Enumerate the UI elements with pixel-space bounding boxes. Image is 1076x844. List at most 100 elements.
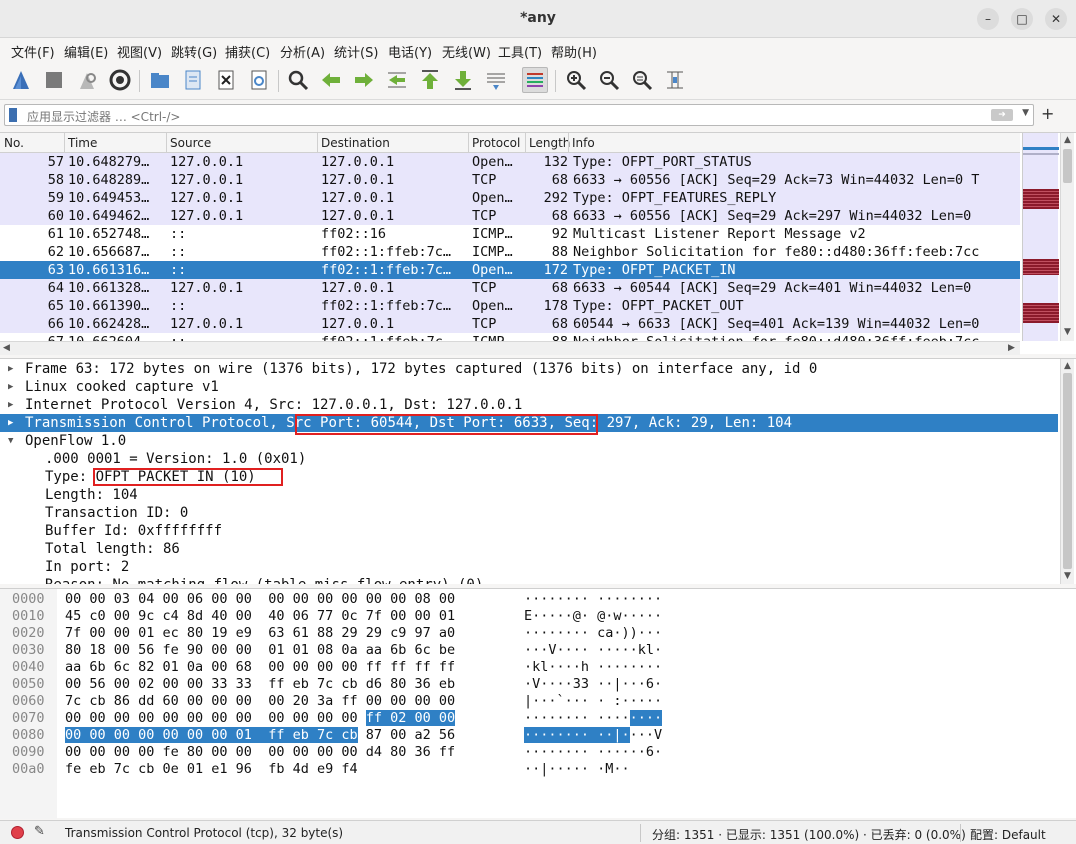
packet-row[interactable]: 66 10.662428… 127.0.0.1 127.0.0.1 TCP 68 60544…: [0, 315, 1020, 333]
save-file-icon[interactable]: [180, 67, 206, 93]
minimize-button[interactable]: –: [977, 8, 999, 30]
reload-file-icon[interactable]: [246, 67, 272, 93]
menu-capture[interactable]: 捕获(C): [225, 42, 270, 61]
zoom-in-icon[interactable]: [563, 67, 589, 93]
hex-bytes[interactable]: 7f 00 00 01 ec 80 19 e9 63 61 88 29 29 c…: [65, 625, 455, 642]
colorize-packet-list-icon[interactable]: [522, 67, 548, 93]
add-filter-button-plus-icon[interactable]: +: [1041, 104, 1054, 123]
bookmark-icon[interactable]: [9, 108, 17, 122]
detail-frame[interactable]: ▶ Frame 63: 172 bytes on wire (1376 bits…: [0, 360, 1058, 378]
menu-statistics[interactable]: 统计(S): [334, 42, 378, 61]
column-source[interactable]: Source: [170, 136, 211, 150]
first-packet-up-arrow-icon[interactable]: [417, 67, 443, 93]
close-button[interactable]: ✕: [1045, 8, 1067, 30]
packet-row[interactable]: 60 10.649462… 127.0.0.1 127.0.0.1 TCP 68 6633 …: [0, 207, 1020, 225]
find-packet-magnifier-icon[interactable]: [285, 67, 311, 93]
hex-bytes[interactable]: fe eb 7c cb 0e 01 e1 96 fb 4d e9 f4: [65, 761, 358, 778]
hex-ascii[interactable]: ········ ········: [524, 710, 663, 727]
packet-row-selected[interactable]: 63 10.661316…:: ff02::1:ffeb:7c… Open… 172 Ty…: [0, 261, 1020, 279]
display-filter-input[interactable]: 应用显示过滤器 … <Ctrl-/> ➜ ▼: [4, 104, 1034, 126]
menu-edit[interactable]: 编辑(E): [64, 42, 108, 61]
hex-bytes[interactable]: 00 00 00 00 00 00 00 00 00 00 00 00 ff 0…: [65, 710, 456, 727]
detail-reason[interactable]: Reason: No matching flow (table-miss flo…: [0, 576, 1058, 584]
hex-bytes[interactable]: 00 00 03 04 00 06 00 00 00 00 00 00 00 0…: [65, 591, 455, 608]
normal-size-icon[interactable]: [629, 67, 655, 93]
packet-minimap[interactable]: [1022, 133, 1059, 341]
stop-capture-icon[interactable]: [41, 67, 67, 93]
hex-ascii[interactable]: ········ ca·))···: [524, 625, 662, 642]
close-file-icon[interactable]: [213, 67, 239, 93]
expand-arrow-icon[interactable]: ▶: [8, 414, 13, 432]
column-protocol[interactable]: Protocol: [472, 136, 520, 150]
column-time[interactable]: Time: [68, 136, 97, 150]
column-destination[interactable]: Destination: [321, 136, 390, 150]
packet-row[interactable]: 61 10.652748…:: ff02::16 ICMP… 92 Multicast L…: [0, 225, 1020, 243]
detail-ipv4[interactable]: ▶ Internet Protocol Version 4, Src: 127.…: [0, 396, 1058, 414]
detail-xid[interactable]: Transaction ID: 0: [0, 504, 1058, 522]
start-capture-fin-icon[interactable]: [8, 67, 34, 93]
menu-file[interactable]: 文件(F): [11, 42, 55, 61]
expand-arrow-icon[interactable]: ▶: [8, 360, 13, 378]
detail-buffer[interactable]: Buffer Id: 0xffffffff: [0, 522, 1058, 540]
hex-ascii[interactable]: ···V···· ·····kl·: [524, 642, 662, 659]
hex-ascii[interactable]: ········ ··|····V: [524, 727, 662, 744]
collapse-arrow-icon[interactable]: ▼: [8, 432, 13, 450]
packet-row[interactable]: 65 10.661390…:: ff02::1:ffeb:7c… Open… 178 Ty…: [0, 297, 1020, 315]
menu-help[interactable]: 帮助(H): [551, 42, 597, 61]
go-to-packet-icon[interactable]: [384, 67, 410, 93]
menu-go[interactable]: 跳转(G): [171, 42, 217, 61]
packet-row[interactable]: 57 10.648279… 127.0.0.1 127.0.0.1 Open… 132 Ty…: [0, 153, 1020, 171]
resize-columns-icon[interactable]: [662, 67, 688, 93]
packet-row[interactable]: 58 10.648289… 127.0.0.1 127.0.0.1 TCP 68 6633 …: [0, 171, 1020, 189]
detail-openflow[interactable]: ▼ OpenFlow 1.0: [0, 432, 1058, 450]
hex-bytes[interactable]: 80 18 00 56 fe 90 00 00 01 01 08 0a aa 6…: [65, 642, 455, 659]
menu-tools[interactable]: 工具(T): [498, 42, 542, 61]
zoom-out-icon[interactable]: [596, 67, 622, 93]
hex-bytes[interactable]: 45 c0 00 9c c4 8d 40 00 40 06 77 0c 7f 0…: [65, 608, 455, 625]
go-back-arrow-icon[interactable]: [318, 67, 344, 93]
hex-bytes[interactable]: 7c cb 86 dd 60 00 00 00 00 20 3a ff 00 0…: [65, 693, 455, 710]
expand-arrow-icon[interactable]: ▶: [8, 396, 13, 414]
hex-ascii[interactable]: E·····@· @·w·····: [524, 608, 662, 625]
hex-ascii[interactable]: ·kl····h ········: [524, 659, 662, 676]
hex-bytes[interactable]: 00 00 00 00 fe 80 00 00 00 00 00 00 d4 8…: [65, 744, 455, 761]
restart-capture-icon[interactable]: [74, 67, 100, 93]
go-forward-arrow-icon[interactable]: [351, 67, 377, 93]
details-scroll-thumb[interactable]: [1063, 373, 1072, 569]
detail-in-port[interactable]: In port: 2: [0, 558, 1058, 576]
detail-total-length[interactable]: Total length: 86: [0, 540, 1058, 558]
last-packet-down-arrow-icon[interactable]: [450, 67, 476, 93]
maximize-button[interactable]: □: [1011, 8, 1033, 30]
column-no[interactable]: No.: [4, 136, 24, 150]
hex-ascii[interactable]: |···`··· · :·····: [524, 693, 662, 710]
menu-analyze[interactable]: 分析(A): [280, 42, 325, 61]
capture-options-gear-icon[interactable]: [107, 67, 133, 93]
detail-length[interactable]: Length: 104: [0, 486, 1058, 504]
capture-comment-pencil-icon[interactable]: ✎: [34, 824, 45, 839]
hex-ascii[interactable]: ········ ········: [524, 591, 662, 608]
packet-row[interactable]: 64 10.661328… 127.0.0.1 127.0.0.1 TCP 68 6633 …: [0, 279, 1020, 297]
menu-telephony[interactable]: 电话(Y): [388, 42, 432, 61]
expand-arrow-icon[interactable]: ▶: [8, 378, 13, 396]
open-file-folder-icon[interactable]: [147, 67, 173, 93]
status-profile[interactable]: 配置: Default: [970, 826, 1046, 843]
detail-version[interactable]: .000 0001 = Version: 1.0 (0x01): [0, 450, 1058, 468]
hex-ascii[interactable]: ··|····· ·M··: [524, 761, 630, 778]
packet-list-scroll-thumb[interactable]: [1063, 149, 1072, 183]
hex-ascii[interactable]: ·V····33 ··|···6·: [524, 676, 662, 693]
packet-row[interactable]: 62 10.656687…:: ff02::1:ffeb:7c… ICMP… 88 Nei…: [0, 243, 1020, 261]
menu-wireless[interactable]: 无线(W): [442, 42, 491, 61]
packet-list-vertical-scrollbar[interactable]: ▲ ▼: [1060, 133, 1074, 341]
expert-info-led-icon[interactable]: [11, 826, 24, 839]
hex-ascii[interactable]: ········ ······6·: [524, 744, 662, 761]
autoscroll-icon[interactable]: [483, 67, 509, 93]
menu-view[interactable]: 视图(V): [117, 42, 162, 61]
detail-linux-cooked[interactable]: ▶ Linux cooked capture v1: [0, 378, 1058, 396]
packet-list-horizontal-scrollbar[interactable]: ◀ ▶: [0, 341, 1020, 355]
hex-bytes[interactable]: 00 56 00 02 00 00 33 33 ff eb 7c cb d6 8…: [65, 676, 455, 693]
column-info[interactable]: Info: [572, 136, 595, 150]
hex-bytes[interactable]: 00 00 00 00 00 00 00 01 ff eb 7c cb 87 0…: [65, 727, 455, 744]
apply-filter-arrow-icon[interactable]: ➜: [991, 109, 1013, 121]
details-vertical-scrollbar[interactable]: ▲ ▼: [1060, 359, 1074, 584]
hex-bytes[interactable]: aa 6b 6c 82 01 0a 00 68 00 00 00 00 ff f…: [65, 659, 455, 676]
